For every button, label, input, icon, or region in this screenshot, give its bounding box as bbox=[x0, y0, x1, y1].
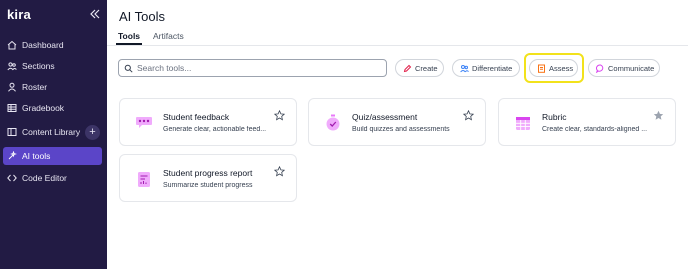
book-icon bbox=[7, 127, 17, 137]
search-input[interactable] bbox=[137, 63, 377, 73]
tool-card-student-progress-report[interactable]: Student progress report Summarize studen… bbox=[119, 154, 297, 202]
collapse-sidebar-icon[interactable] bbox=[89, 7, 101, 19]
sidebar-item-dashboard[interactable]: Dashboard bbox=[3, 36, 102, 54]
sparkle-icon bbox=[7, 151, 17, 161]
sidebar: kira Dashboard Sections Roster Gradebook… bbox=[0, 0, 107, 269]
tool-title: Quiz/assessment bbox=[352, 112, 418, 122]
kira-logo[interactable]: kira bbox=[7, 7, 31, 22]
tool-description: Summarize student progress bbox=[163, 182, 253, 189]
sidebar-item-label: Content Library bbox=[22, 127, 81, 137]
filter-differentiate-button[interactable]: Differentiate bbox=[452, 59, 520, 77]
star-icon[interactable] bbox=[274, 166, 285, 177]
users-icon bbox=[7, 61, 17, 71]
people-icon bbox=[460, 64, 469, 73]
add-content-button[interactable]: + bbox=[85, 125, 100, 140]
star-icon[interactable] bbox=[463, 110, 474, 121]
tab-divider bbox=[107, 45, 688, 46]
code-icon bbox=[7, 173, 17, 183]
sidebar-item-roster[interactable]: Roster bbox=[3, 78, 102, 96]
filter-label: Differentiate bbox=[472, 63, 513, 73]
home-icon bbox=[7, 40, 17, 50]
sidebar-item-ai-tools[interactable]: AI tools bbox=[3, 147, 102, 165]
table-icon bbox=[7, 103, 17, 113]
sidebar-item-code-editor[interactable]: Code Editor bbox=[3, 169, 102, 187]
tool-description: Create clear, standards-aligned ... bbox=[542, 126, 648, 133]
search-box[interactable] bbox=[118, 59, 387, 77]
tab-tools[interactable]: Tools bbox=[118, 31, 140, 41]
tool-description: Generate clear, actionable feed... bbox=[163, 126, 267, 133]
speech-bubble-icon bbox=[134, 113, 154, 133]
report-icon bbox=[134, 169, 154, 189]
chat-icon bbox=[596, 63, 605, 73]
stopwatch-icon bbox=[323, 113, 343, 133]
sidebar-item-label: Dashboard bbox=[22, 40, 64, 50]
filter-label: Communicate bbox=[608, 63, 655, 73]
tool-card-rubric[interactable]: Rubric Create clear, standards-aligned .… bbox=[498, 98, 676, 146]
tool-description: Build quizzes and assessments bbox=[352, 126, 450, 133]
sidebar-item-label: Sections bbox=[22, 61, 55, 71]
grid-icon bbox=[513, 113, 533, 133]
search-icon bbox=[124, 64, 133, 73]
user-icon bbox=[7, 82, 17, 92]
star-icon[interactable] bbox=[274, 110, 285, 121]
assess-highlight-ring bbox=[524, 53, 584, 83]
tool-title: Student feedback bbox=[163, 112, 230, 122]
sidebar-item-label: AI tools bbox=[22, 151, 51, 161]
pencil-icon bbox=[403, 64, 412, 73]
filter-communicate-button[interactable]: Communicate bbox=[588, 59, 660, 77]
page-title: AI Tools bbox=[119, 9, 166, 24]
filter-label: Create bbox=[415, 63, 438, 73]
sidebar-item-label: Roster bbox=[22, 82, 48, 92]
sidebar-item-gradebook[interactable]: Gradebook bbox=[3, 99, 102, 117]
sidebar-item-sections[interactable]: Sections bbox=[3, 57, 102, 75]
sidebar-item-label: Code Editor bbox=[22, 173, 67, 183]
tool-title: Rubric bbox=[542, 112, 567, 122]
tool-card-quiz-assessment[interactable]: Quiz/assessment Build quizzes and assess… bbox=[308, 98, 486, 146]
star-icon[interactable] bbox=[653, 110, 664, 121]
tab-artifacts[interactable]: Artifacts bbox=[153, 31, 184, 41]
tool-title: Student progress report bbox=[163, 168, 253, 178]
tool-card-student-feedback[interactable]: Student feedback Generate clear, actiona… bbox=[119, 98, 297, 146]
filter-create-button[interactable]: Create bbox=[395, 59, 444, 77]
sidebar-item-label: Gradebook bbox=[22, 103, 65, 113]
